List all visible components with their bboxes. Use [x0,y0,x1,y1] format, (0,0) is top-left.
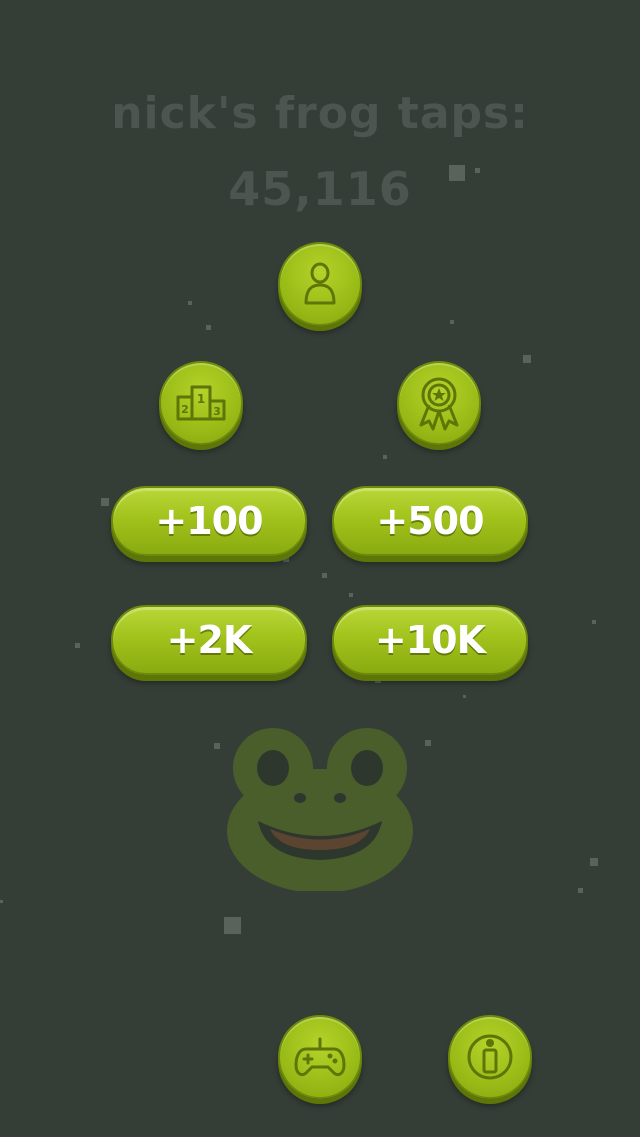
podium-rank-2: 2 [181,403,189,416]
boost-label: +100 [155,499,263,543]
particle [523,355,531,363]
particle [206,325,211,330]
particle [101,498,109,506]
boost-label: +2K [166,618,253,662]
podium-rank-3: 3 [213,405,221,418]
boost-label: +10K [374,618,486,662]
particle [463,695,466,698]
boost-label: +500 [376,499,484,543]
games-button[interactable] [278,1015,362,1099]
frog-face-icon[interactable] [225,726,415,891]
particle [188,301,192,305]
tap-count: 45,116 [228,162,412,216]
podium-rank-1: 1 [197,392,205,406]
particle [214,743,220,749]
particle [450,320,454,324]
particle [592,620,596,624]
profile-icon [304,262,336,305]
achievements-button[interactable] [397,361,481,445]
podium-icon: 1 2 3 [176,385,226,421]
particle [224,917,241,934]
info-icon [467,1034,513,1080]
particle [375,677,381,683]
particle [383,455,387,459]
particle [425,740,431,746]
particle [578,888,583,893]
profile-button[interactable] [278,242,362,326]
gamepad-icon [294,1037,346,1077]
player-title: nick's frog taps: [111,88,529,139]
particle [590,858,598,866]
boost-500-button[interactable]: +500 [332,486,528,556]
boost-10k-button[interactable]: +10K [332,605,528,675]
particle [283,556,289,562]
boost-100-button[interactable]: +100 [111,486,307,556]
leaderboard-button[interactable]: 1 2 3 [159,361,243,445]
particle [0,900,3,903]
particle [349,593,353,597]
info-button[interactable] [448,1015,532,1099]
particle [75,643,80,648]
particle [322,573,327,578]
award-ribbon-icon [419,377,459,431]
boost-2k-button[interactable]: +2K [111,605,307,675]
